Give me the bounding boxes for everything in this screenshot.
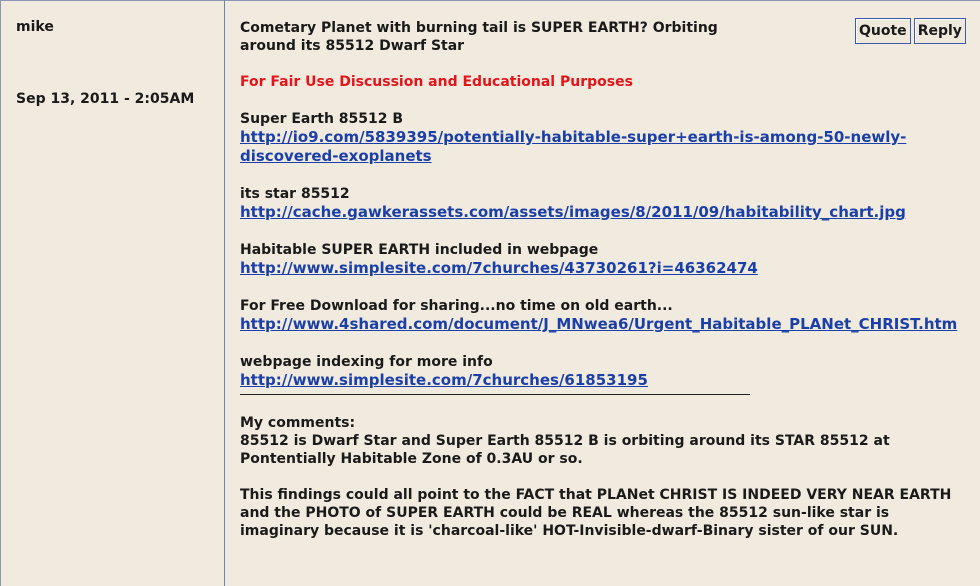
- author-name[interactable]: mike: [16, 19, 54, 35]
- fair-use-notice: For Fair Use Discussion and Educational …: [240, 74, 633, 90]
- link-block: its star 85512 http://cache.gawkerassets…: [240, 185, 980, 222]
- post-link[interactable]: http://www.simplesite.com/7churches/6185…: [240, 371, 980, 390]
- post-link[interactable]: http://io9.com/5839395/potentially-habit…: [240, 128, 920, 166]
- post-body: Cometary Planet with burning tail is SUP…: [240, 19, 980, 540]
- post-link[interactable]: http://www.simplesite.com/7churches/4373…: [240, 259, 980, 278]
- link-label: its star 85512: [240, 186, 350, 202]
- comments-paragraph: 85512 is Dwarf Star and Super Earth 8551…: [240, 433, 890, 467]
- post-title: Cometary Planet with burning tail is SUP…: [240, 20, 718, 54]
- link-label: webpage indexing for more info: [240, 354, 493, 370]
- link-label: Super Earth 85512 B: [240, 111, 404, 127]
- link-label: Habitable SUPER EARTH included in webpag…: [240, 242, 599, 258]
- link-block: webpage indexing for more info http://ww…: [240, 353, 980, 390]
- comments-heading: My comments:: [240, 415, 356, 431]
- link-block: Habitable SUPER EARTH included in webpag…: [240, 241, 980, 278]
- horizontal-rule: [240, 394, 750, 395]
- post-link[interactable]: http://www.4shared.com/document/J_MNwea6…: [240, 315, 960, 334]
- link-label: For Free Download for sharing...no time …: [240, 298, 673, 314]
- column-divider: [224, 0, 225, 586]
- link-block: For Free Download for sharing...no time …: [240, 297, 980, 334]
- comments-section: My comments: 85512 is Dwarf Star and Sup…: [240, 414, 965, 468]
- post-date: Sep 13, 2011 - 2:05AM: [16, 91, 195, 107]
- comments-paragraph: This findings could all point to the FAC…: [240, 487, 952, 539]
- link-block: Super Earth 85512 B http://io9.com/58393…: [240, 110, 980, 166]
- post-link[interactable]: http://cache.gawkerassets.com/assets/ima…: [240, 203, 980, 222]
